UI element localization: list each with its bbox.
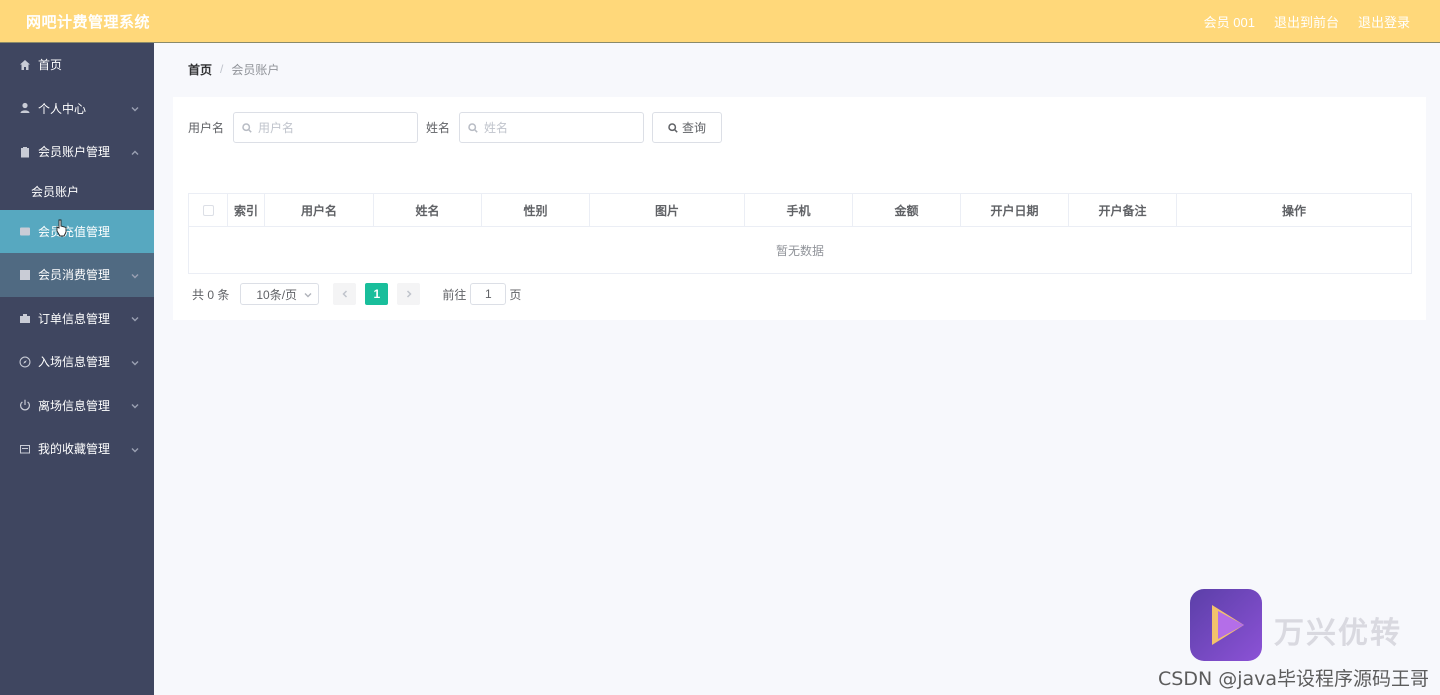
chevron-right-icon <box>406 290 412 298</box>
column-header: 金额 <box>853 194 961 226</box>
watermark-brand: 万兴优转 <box>1274 616 1402 651</box>
chart-icon <box>19 269 31 281</box>
wallet-icon <box>19 225 31 237</box>
chevron-up-icon <box>130 147 140 157</box>
column-header: 用户名 <box>265 194 374 226</box>
app-title: 网吧计费管理系统 <box>26 13 151 31</box>
column-header: 开户备注 <box>1069 194 1177 226</box>
column-header: 开户日期 <box>961 194 1069 226</box>
clipboard-icon <box>19 146 31 158</box>
name-field[interactable] <box>459 112 645 143</box>
sidebar-item-member-consumption-mgmt[interactable]: 会员消费管理 <box>0 253 154 297</box>
compass-icon <box>19 356 31 368</box>
username-field[interactable] <box>233 112 419 143</box>
power-icon <box>19 399 31 411</box>
page-size-select[interactable]: 10条/页 <box>240 283 320 305</box>
cart-icon <box>19 312 31 324</box>
home-icon <box>19 59 31 71</box>
select-all-cell <box>189 194 228 226</box>
sidebar-item-label: 我的收藏管理 <box>38 442 111 457</box>
sidebar-item-my-favorites-mgmt[interactable]: 我的收藏管理 <box>0 427 154 471</box>
name-label: 姓名 <box>426 121 451 135</box>
name-input[interactable] <box>484 120 635 135</box>
page-suffix: 页 <box>509 287 522 302</box>
sidebar-item-home[interactable]: 首页 <box>0 43 154 87</box>
chevron-down-icon <box>130 444 140 454</box>
sidebar-item-personal-center[interactable]: 个人中心 <box>0 87 154 131</box>
sidebar: 首页 个人中心 会员账户管理 会员账户 会员充值管理 会员消费管理 订单信息管理… <box>0 43 154 695</box>
content-panel: 用户名 姓名 查询 索引 用户名 姓名 性别 图片 手机 金额 开户日期 开户备… <box>173 97 1426 320</box>
goto-page-input[interactable]: 1 <box>470 283 507 305</box>
search-icon <box>242 122 252 133</box>
sidebar-item-exit-info-mgmt[interactable]: 离场信息管理 <box>0 384 154 428</box>
chevron-down-icon <box>130 270 140 280</box>
breadcrumb-current: 会员账户 <box>231 62 280 77</box>
column-header: 索引 <box>228 194 265 226</box>
breadcrumb-home[interactable]: 首页 <box>188 61 212 78</box>
sidebar-item-label: 入场信息管理 <box>38 355 111 370</box>
logout-link[interactable]: 退出登录 <box>1358 12 1410 31</box>
wondershare-logo <box>1190 589 1262 661</box>
sidebar-item-label: 会员充值管理 <box>38 224 111 239</box>
sidebar-item-label: 离场信息管理 <box>38 398 111 413</box>
sidebar-item-label: 个人中心 <box>38 101 87 116</box>
query-button[interactable]: 查询 <box>652 112 723 143</box>
sidebar-item-label: 会员账户管理 <box>38 145 111 160</box>
breadcrumb-separator: / <box>220 62 224 76</box>
member-account-table: 索引 用户名 姓名 性别 图片 手机 金额 开户日期 开户备注 操作 暂无数据 <box>188 193 1412 274</box>
page-number-current[interactable]: 1 <box>365 283 389 305</box>
chevron-left-icon <box>342 290 347 298</box>
chevron-down-icon <box>130 357 140 367</box>
sidebar-item-label: 订单信息管理 <box>38 311 111 326</box>
chevron-down-icon <box>130 313 140 323</box>
mouse-cursor-icon <box>56 219 67 237</box>
sidebar-item-order-info-mgmt[interactable]: 订单信息管理 <box>0 297 154 341</box>
csdn-watermark: CSDN @java毕设程序源码王哥 <box>1158 668 1430 690</box>
user-icon <box>19 102 31 114</box>
pagination-total: 共 0 条 <box>192 287 230 302</box>
search-form: 用户名 姓名 查询 <box>188 112 723 143</box>
sidebar-item-label: 首页 <box>38 58 63 73</box>
breadcrumb: 首页 / 会员账户 <box>173 54 1426 84</box>
column-header: 性别 <box>482 194 590 226</box>
sidebar-item-member-recharge-mgmt[interactable]: 会员充值管理 <box>0 209 154 253</box>
sidebar-item-label: 会员消费管理 <box>38 268 111 283</box>
play-logo-icon <box>1212 605 1244 645</box>
folder-icon <box>19 443 31 455</box>
current-user-link[interactable]: 会员 001 <box>1204 12 1255 31</box>
select-all-checkbox[interactable] <box>202 204 214 216</box>
top-bar: 网吧计费管理系统 会员 001 退出到前台 退出登录 <box>0 0 1440 43</box>
table-header: 索引 用户名 姓名 性别 图片 手机 金额 开户日期 开户备注 操作 <box>189 194 1411 227</box>
sidebar-subitem-member-account[interactable]: 会员账户 <box>0 174 154 210</box>
next-page-button[interactable] <box>397 283 421 305</box>
search-icon <box>668 122 678 133</box>
chevron-down-icon <box>304 293 312 298</box>
top-links: 会员 001 退出到前台 退出登录 <box>1204 12 1410 31</box>
table-empty-text: 暂无数据 <box>775 243 824 258</box>
column-header: 姓名 <box>374 194 482 226</box>
pagination: 共 0 条 10条/页 1 前往 1 页 <box>192 283 521 305</box>
goto-label: 前往 <box>442 287 467 302</box>
sidebar-item-entry-info-mgmt[interactable]: 入场信息管理 <box>0 340 154 384</box>
search-icon <box>468 122 478 133</box>
sidebar-item-member-account-mgmt[interactable]: 会员账户管理 <box>0 130 154 174</box>
page-size-value: 10条/页 <box>256 287 298 302</box>
username-input[interactable] <box>258 120 409 135</box>
chevron-down-icon <box>130 103 140 113</box>
chevron-down-icon <box>130 400 140 410</box>
exit-to-front-link[interactable]: 退出到前台 <box>1274 12 1339 31</box>
column-header: 手机 <box>745 194 853 226</box>
prev-page-button[interactable] <box>333 283 357 305</box>
column-header: 图片 <box>590 194 745 226</box>
username-label: 用户名 <box>188 121 225 135</box>
column-header: 操作 <box>1281 203 1306 218</box>
query-button-label: 查询 <box>682 121 707 135</box>
